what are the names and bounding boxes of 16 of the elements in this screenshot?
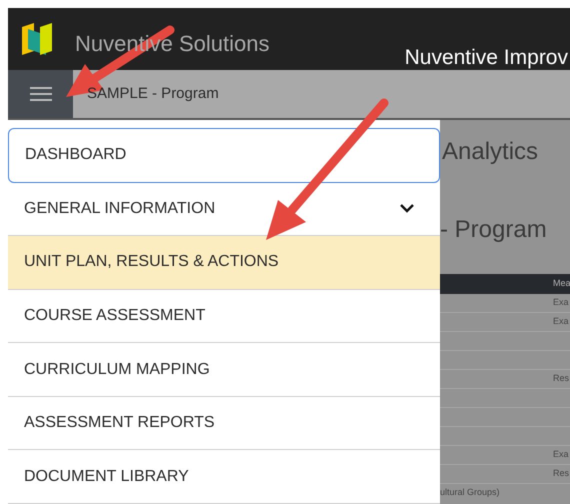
table-cell-text: Exa	[553, 315, 569, 328]
table-cell-text: Res	[553, 372, 570, 386]
table-cell-text: Exa	[553, 296, 569, 310]
menu-button[interactable]	[8, 70, 73, 118]
menu-icon	[28, 86, 52, 102]
menu-item[interactable]: UNIT PLAN, RESULTS & ACTIONS	[8, 236, 440, 290]
page-heading: Analytics	[442, 137, 540, 167]
table-cell-text: ultural Groups)	[440, 486, 501, 499]
chevron-down-icon	[400, 204, 414, 214]
table-cell-text: Exa	[553, 448, 569, 462]
app-title: Nuventive Improv	[404, 45, 569, 71]
logo-icon	[20, 21, 54, 57]
menu-item[interactable]: DASHBOARD	[8, 128, 440, 183]
breadcrumb: SAMPLE - Program	[87, 84, 219, 104]
page-subheading: - Program	[440, 215, 548, 245]
table-cell-text: Res	[553, 467, 570, 480]
